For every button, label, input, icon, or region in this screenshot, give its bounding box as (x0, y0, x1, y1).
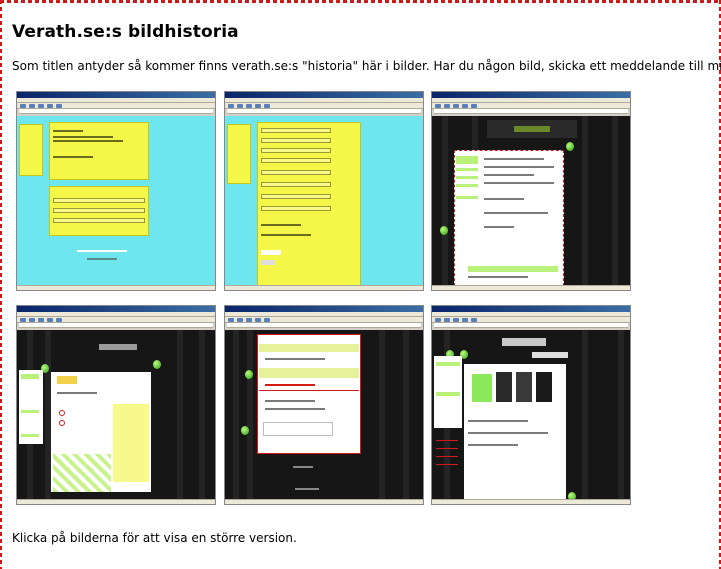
dashed-border-left (0, 0, 2, 569)
screenshot-thumbnail-3[interactable] (431, 91, 631, 291)
page-title: Verath.se:s bildhistoria (12, 22, 239, 42)
page: Verath.se:s bildhistoria Som titlen anty… (0, 0, 721, 569)
screenshot-thumbnail-4[interactable] (16, 305, 216, 505)
screenshot-thumbnail-6[interactable] (431, 305, 631, 505)
screenshot-thumbnail-5[interactable] (224, 305, 424, 505)
screenshot-thumbnail-1[interactable] (16, 91, 216, 291)
footer-hint: Klicka på bilderna för att visa en störr… (12, 531, 297, 545)
screenshot-thumbnail-2[interactable] (224, 91, 424, 291)
intro-text: Som titlen antyder så kommer finns verat… (12, 59, 721, 73)
dashed-border-top (0, 0, 721, 3)
